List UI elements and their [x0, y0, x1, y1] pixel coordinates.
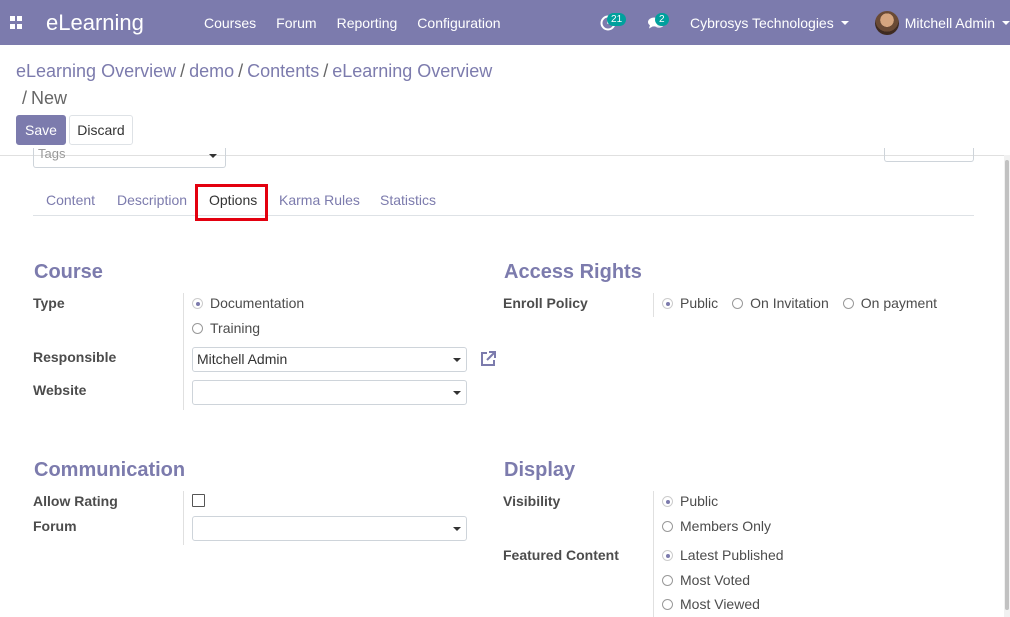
radio-unchecked-icon	[662, 520, 673, 532]
section-title-course: Course	[34, 261, 103, 283]
type-option-label: Documentation	[210, 295, 305, 311]
enroll-option-public[interactable]: Public	[662, 295, 718, 311]
partial-field[interactable]	[884, 148, 974, 162]
activity-button[interactable]: 21	[594, 9, 627, 37]
breadcrumb-item[interactable]: Contents	[247, 61, 319, 81]
chevron-down-icon	[1002, 20, 1010, 25]
breadcrumb-item[interactable]: eLearning Overview	[332, 61, 492, 81]
messages-button[interactable]: 2	[642, 9, 670, 37]
tab-description[interactable]: Description	[117, 192, 187, 208]
menu-item-courses[interactable]: Courses	[204, 15, 256, 31]
menu-item-forum[interactable]: Forum	[276, 15, 316, 31]
responsible-label: Responsible	[33, 349, 117, 365]
enroll-policy-label: Enroll Policy	[503, 295, 588, 311]
enroll-option-label: On payment	[860, 295, 938, 311]
tags-placeholder: Tags	[38, 148, 66, 161]
visibility-label: Visibility	[503, 493, 561, 509]
radio-checked-icon	[192, 297, 203, 309]
tab-highlight-annotation	[195, 184, 268, 221]
radio-checked-icon	[662, 297, 673, 309]
section-title-display: Display	[504, 459, 576, 481]
featured-option-most-voted[interactable]: Most Voted	[662, 572, 750, 588]
company-switcher[interactable]: Cybrosys Technologies	[690, 15, 849, 31]
app-title[interactable]: eLearning	[46, 10, 181, 36]
visibility-option-label: Members Only	[680, 518, 772, 534]
breadcrumb-current: New	[31, 88, 68, 108]
radio-unchecked-icon	[192, 322, 203, 334]
breadcrumb-separator: /	[180, 61, 186, 81]
tags-input[interactable]: Tags	[33, 148, 226, 168]
discard-button[interactable]: Discard	[69, 115, 133, 145]
website-select[interactable]	[192, 380, 467, 405]
featured-option-label: Latest Published	[680, 547, 784, 563]
breadcrumb-separator: /	[238, 61, 244, 81]
main-menu: Courses Forum Reporting Configuration	[204, 15, 521, 31]
tab-statistics[interactable]: Statistics	[380, 192, 436, 208]
field-divider	[183, 491, 184, 545]
navbar-right: 21 2 Cybrosys Technologies Mitchell Admi…	[594, 0, 1010, 45]
external-link-icon[interactable]	[478, 349, 498, 369]
field-divider	[653, 293, 654, 317]
type-option-documentation[interactable]: Documentation	[192, 295, 304, 311]
avatar	[874, 10, 899, 35]
allow-rating-label: Allow Rating	[33, 493, 118, 509]
visibility-option-label: Public	[680, 493, 719, 509]
menu-item-configuration[interactable]: Configuration	[417, 15, 500, 31]
user-name: Mitchell Admin	[904, 14, 995, 31]
user-menu[interactable]: Mitchell Admin	[874, 10, 1010, 35]
featured-option-label: Most Voted	[680, 572, 751, 588]
radio-checked-icon	[662, 549, 673, 561]
website-label: Website	[33, 382, 87, 398]
breadcrumb-item[interactable]: eLearning Overview	[16, 61, 176, 81]
tab-karma-rules[interactable]: Karma Rules	[279, 192, 360, 208]
breadcrumb-separator: /	[22, 88, 28, 108]
radio-unchecked-icon	[842, 297, 854, 309]
forum-select[interactable]	[192, 516, 467, 541]
activity-count-badge: 21	[607, 12, 627, 26]
forum-label: Forum	[33, 518, 77, 534]
radio-unchecked-icon	[662, 574, 673, 586]
enroll-policy-radios: Public On Invitation On payment	[662, 295, 951, 311]
breadcrumb-separator: /	[323, 61, 329, 81]
enroll-option-label: On Invitation	[750, 295, 829, 311]
breadcrumb: eLearning Overview / demo / Contents / eLearni…	[16, 58, 536, 112]
save-button[interactable]: Save	[16, 115, 66, 145]
chevron-down-icon	[453, 358, 461, 362]
scrollbar-thumb[interactable]	[1005, 160, 1009, 610]
featured-option-latest-published[interactable]: Latest Published	[662, 547, 784, 563]
notebook-tabs: Content Description Options Karma Rules …	[33, 182, 974, 216]
chevron-down-icon	[453, 527, 461, 531]
featured-option-most-viewed[interactable]: Most Viewed	[662, 596, 760, 612]
responsible-value: Mitchell Admin	[197, 351, 288, 367]
enroll-option-on-payment[interactable]: On payment	[842, 295, 938, 311]
radio-unchecked-icon	[732, 297, 744, 309]
responsible-select[interactable]: Mitchell Admin	[192, 347, 467, 372]
apps-grid-icon[interactable]	[10, 15, 24, 30]
visibility-option-public[interactable]: Public	[662, 493, 718, 509]
featured-option-label: Most Viewed	[680, 596, 760, 612]
chevron-down-icon	[840, 20, 849, 25]
section-title-communication: Communication	[34, 459, 186, 481]
message-count-badge: 2	[655, 12, 669, 26]
featured-content-label: Featured Content	[503, 547, 619, 563]
company-name: Cybrosys Technologies	[690, 14, 834, 31]
chevron-down-icon	[453, 391, 461, 395]
tab-content[interactable]: Content	[46, 192, 95, 208]
type-option-label: Training	[210, 320, 261, 336]
section-title-access-rights: Access Rights	[504, 261, 642, 283]
allow-rating-checkbox[interactable]	[192, 494, 205, 507]
field-divider	[183, 293, 184, 410]
type-option-training[interactable]: Training	[192, 320, 260, 336]
menu-item-reporting[interactable]: Reporting	[337, 15, 398, 31]
type-label: Type	[33, 295, 65, 311]
visibility-option-members-only[interactable]: Members Only	[662, 518, 771, 534]
breadcrumb-item[interactable]: demo	[189, 61, 234, 81]
radio-unchecked-icon	[662, 598, 673, 610]
radio-checked-icon	[662, 495, 673, 507]
chevron-down-icon	[209, 154, 217, 158]
enroll-option-label: Public	[680, 295, 719, 311]
field-divider	[653, 491, 654, 617]
enroll-option-on-invitation[interactable]: On Invitation	[732, 295, 829, 311]
top-navbar: eLearning Courses Forum Reporting Config…	[0, 0, 1010, 45]
